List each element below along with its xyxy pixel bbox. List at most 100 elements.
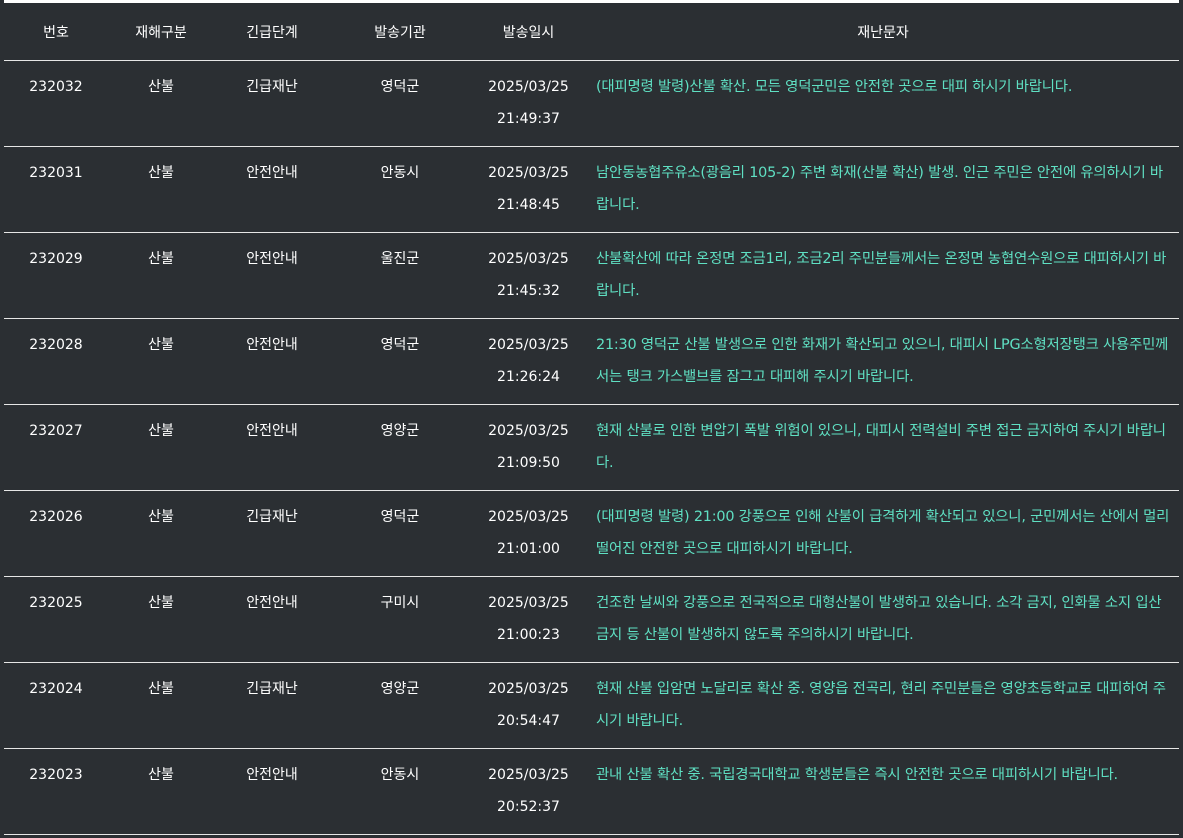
table-row[interactable]: 232032 산불 긴급재난 영덕군 2025/03/25 21:49:37 (대피명령 발… xyxy=(4,60,1179,147)
cell-no: 232031 xyxy=(4,146,108,233)
table-row[interactable]: 232024 산불 긴급재난 영양군 2025/03/25 20:54:47 현재 산불 입… xyxy=(4,662,1179,749)
header-sending-agency: 발송기관 xyxy=(330,3,470,61)
cell-disaster-type: 산불 xyxy=(108,490,214,577)
cell-no: 232028 xyxy=(4,318,108,405)
table-row[interactable]: 232023 산불 안전안내 안동시 2025/03/25 20:52:37 관내 산불 확… xyxy=(4,748,1179,835)
disaster-message-text: 21:30 영덕군 산불 발생으로 인한 화재가 확산되고 있으니, 대피시 L… xyxy=(596,337,1169,385)
sent-date: 2025/03/25 xyxy=(488,165,569,181)
sent-time: 20:52:37 xyxy=(497,799,560,815)
cell-no: 232026 xyxy=(4,490,108,577)
cell-sending-agency: 영덕군 xyxy=(330,490,470,577)
cell-sent-datetime: 2025/03/25 20:54:47 xyxy=(470,662,587,749)
sent-time: 21:09:50 xyxy=(497,455,560,471)
sent-date: 2025/03/25 xyxy=(488,423,569,439)
cell-disaster-message[interactable]: 21:30 영덕군 산불 발생으로 인한 화재가 확산되고 있으니, 대피시 L… xyxy=(587,318,1179,405)
cell-sending-agency: 울진군 xyxy=(330,232,470,319)
disaster-message-table-container: 번호 재해구분 긴급단계 발송기관 발송일시 재난문자 232032 산불 긴급재난… xyxy=(4,0,1179,835)
cell-sent-datetime: 2025/03/25 21:49:37 xyxy=(470,60,587,147)
cell-sent-datetime: 2025/03/25 20:52:37 xyxy=(470,748,587,835)
sent-date: 2025/03/25 xyxy=(488,251,569,267)
cell-disaster-type: 산불 xyxy=(108,404,214,491)
cell-sending-agency: 영양군 xyxy=(330,662,470,749)
disaster-message-text: (대피명령 발령)산불 확산. 모든 영덕군민은 안전한 곳으로 대피 하시기 … xyxy=(596,79,1073,95)
cell-sending-agency: 영덕군 xyxy=(330,60,470,147)
sent-date: 2025/03/25 xyxy=(488,79,569,95)
cell-disaster-message[interactable]: 현재 산불로 인한 변압기 폭발 위험이 있으니, 대피시 전력설비 주변 접근… xyxy=(587,404,1179,491)
disaster-message-text: (대피명령 발령) 21:00 강풍으로 인해 산불이 급격하게 확산되고 있으… xyxy=(596,509,1170,557)
cell-emergency-level: 안전안내 xyxy=(214,232,330,319)
sent-time: 21:00:23 xyxy=(497,627,560,643)
cell-sent-datetime: 2025/03/25 21:01:00 xyxy=(470,490,587,577)
cell-emergency-level: 긴급재난 xyxy=(214,60,330,147)
disaster-message-text: 건조한 날씨와 강풍으로 전국적으로 대형산불이 발생하고 있습니다. 소각 금… xyxy=(596,595,1162,643)
disaster-message-text: 남안동농협주유소(광음리 105-2) 주변 화재(산불 확산) 발생. 인근 … xyxy=(596,165,1163,213)
sent-date: 2025/03/25 xyxy=(488,595,569,611)
cell-disaster-message[interactable]: (대피명령 발령) 21:00 강풍으로 인해 산불이 급격하게 확산되고 있으… xyxy=(587,490,1179,577)
cell-disaster-message[interactable]: 산불확산에 따라 온정면 조금1리, 조금2리 주민분들께서는 온정면 농협연수… xyxy=(587,232,1179,319)
sent-date: 2025/03/25 xyxy=(488,337,569,353)
sent-date: 2025/03/25 xyxy=(488,767,569,783)
cell-disaster-message[interactable]: 건조한 날씨와 강풍으로 전국적으로 대형산불이 발생하고 있습니다. 소각 금… xyxy=(587,576,1179,663)
sent-date: 2025/03/25 xyxy=(488,509,569,525)
cell-emergency-level: 안전안내 xyxy=(214,748,330,835)
cell-emergency-level: 긴급재난 xyxy=(214,490,330,577)
sent-time: 21:45:32 xyxy=(497,283,560,299)
cell-disaster-message[interactable]: 남안동농협주유소(광음리 105-2) 주변 화재(산불 확산) 발생. 인근 … xyxy=(587,146,1179,233)
sent-date: 2025/03/25 xyxy=(488,681,569,697)
cell-sending-agency: 안동시 xyxy=(330,146,470,233)
cell-sending-agency: 구미시 xyxy=(330,576,470,663)
header-no: 번호 xyxy=(4,3,108,61)
header-sent-datetime: 발송일시 xyxy=(470,3,587,61)
header-row: 번호 재해구분 긴급단계 발송기관 발송일시 재난문자 xyxy=(4,3,1179,61)
cell-emergency-level: 긴급재난 xyxy=(214,662,330,749)
cell-sent-datetime: 2025/03/25 21:45:32 xyxy=(470,232,587,319)
sent-time: 20:54:47 xyxy=(497,713,560,729)
cell-sent-datetime: 2025/03/25 21:00:23 xyxy=(470,576,587,663)
disaster-message-text: 관내 산불 확산 중. 국립경국대학교 학생분들은 즉시 안전한 곳으로 대피하… xyxy=(596,767,1118,783)
cell-sending-agency: 영양군 xyxy=(330,404,470,491)
disaster-message-text: 현재 산불 입암면 노달리로 확산 중. 영양읍 전곡리, 현리 주민분들은 영… xyxy=(596,681,1166,729)
sent-time: 21:49:37 xyxy=(497,111,560,127)
cell-disaster-type: 산불 xyxy=(108,662,214,749)
cell-emergency-level: 안전안내 xyxy=(214,576,330,663)
cell-no: 232032 xyxy=(4,60,108,147)
cell-disaster-type: 산불 xyxy=(108,60,214,147)
cell-disaster-message[interactable]: 관내 산불 확산 중. 국립경국대학교 학생분들은 즉시 안전한 곳으로 대피하… xyxy=(587,748,1179,835)
sent-time: 21:48:45 xyxy=(497,197,560,213)
cell-sent-datetime: 2025/03/25 21:09:50 xyxy=(470,404,587,491)
header-disaster-message: 재난문자 xyxy=(587,3,1179,61)
table-row[interactable]: 232027 산불 안전안내 영양군 2025/03/25 21:09:50 현재 산불로 … xyxy=(4,404,1179,491)
disaster-message-table: 번호 재해구분 긴급단계 발송기관 발송일시 재난문자 232032 산불 긴급재난… xyxy=(4,3,1179,835)
cell-sending-agency: 안동시 xyxy=(330,748,470,835)
header-disaster-type: 재해구분 xyxy=(108,3,214,61)
table-body: 232032 산불 긴급재난 영덕군 2025/03/25 21:49:37 (대피명령 발… xyxy=(4,60,1179,835)
cell-disaster-message[interactable]: (대피명령 발령)산불 확산. 모든 영덕군민은 안전한 곳으로 대피 하시기 … xyxy=(587,60,1179,147)
cell-no: 232029 xyxy=(4,232,108,319)
cell-disaster-type: 산불 xyxy=(108,232,214,319)
cell-sent-datetime: 2025/03/25 21:26:24 xyxy=(470,318,587,405)
cell-sending-agency: 영덕군 xyxy=(330,318,470,405)
table-row[interactable]: 232028 산불 안전안내 영덕군 2025/03/25 21:26:24 21:30 영… xyxy=(4,318,1179,405)
cell-disaster-type: 산불 xyxy=(108,146,214,233)
table-header: 번호 재해구분 긴급단계 발송기관 발송일시 재난문자 xyxy=(4,3,1179,61)
cell-no: 232024 xyxy=(4,662,108,749)
table-row[interactable]: 232026 산불 긴급재난 영덕군 2025/03/25 21:01:00 (대피명령 발… xyxy=(4,490,1179,577)
cell-no: 232023 xyxy=(4,748,108,835)
disaster-message-text: 현재 산불로 인한 변압기 폭발 위험이 있으니, 대피시 전력설비 주변 접근… xyxy=(596,423,1166,471)
cell-disaster-type: 산불 xyxy=(108,748,214,835)
cell-emergency-level: 안전안내 xyxy=(214,318,330,405)
header-emergency-level: 긴급단계 xyxy=(214,3,330,61)
cell-emergency-level: 안전안내 xyxy=(214,146,330,233)
cell-sent-datetime: 2025/03/25 21:48:45 xyxy=(470,146,587,233)
cell-no: 232027 xyxy=(4,404,108,491)
table-row[interactable]: 232025 산불 안전안내 구미시 2025/03/25 21:00:23 건조한 날씨와… xyxy=(4,576,1179,663)
cell-disaster-type: 산불 xyxy=(108,318,214,405)
cell-no: 232025 xyxy=(4,576,108,663)
cell-emergency-level: 안전안내 xyxy=(214,404,330,491)
sent-time: 21:01:00 xyxy=(497,541,560,557)
table-row[interactable]: 232029 산불 안전안내 울진군 2025/03/25 21:45:32 산불확산에 따… xyxy=(4,232,1179,319)
cell-disaster-message[interactable]: 현재 산불 입암면 노달리로 확산 중. 영양읍 전곡리, 현리 주민분들은 영… xyxy=(587,662,1179,749)
disaster-message-text: 산불확산에 따라 온정면 조금1리, 조금2리 주민분들께서는 온정면 농협연수… xyxy=(596,251,1167,299)
table-row[interactable]: 232031 산불 안전안내 안동시 2025/03/25 21:48:45 남안동농협주유… xyxy=(4,146,1179,233)
cell-disaster-type: 산불 xyxy=(108,576,214,663)
